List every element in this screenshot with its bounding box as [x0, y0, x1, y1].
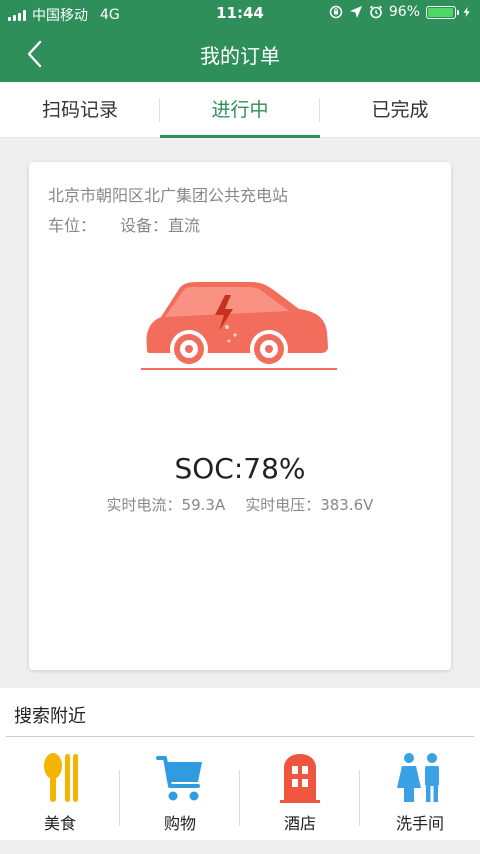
battery-percent: 96%	[388, 4, 420, 20]
tab-label: 进行中	[211, 99, 269, 121]
soc-value: SOC:78%	[174, 452, 306, 485]
parking-slot-label: 车位：	[48, 216, 97, 235]
nearby-grid: 美食 购物 酒店 洗手间	[0, 748, 480, 834]
nav-bar: 我的订单	[0, 26, 480, 82]
nearby-food-button[interactable]: 美食	[0, 748, 120, 834]
charging-car-icon	[139, 277, 339, 377]
tab-label: 扫码记录	[41, 99, 118, 121]
device-info: 车位： 设备：直流	[48, 212, 200, 236]
nearby-item-label: 购物	[163, 814, 196, 833]
realtime-readings: 实时电流：59.3A 实时电压：383.6V	[29, 494, 451, 515]
divider	[6, 736, 474, 737]
rotation-lock-icon	[329, 5, 343, 19]
realtime-current: 实时电流：59.3A	[106, 496, 226, 514]
order-tabs: 扫码记录 进行中 已完成	[0, 82, 480, 138]
nearby-item-label: 酒店	[283, 814, 316, 833]
tab-in-progress[interactable]: 进行中	[160, 82, 320, 138]
order-card[interactable]: 北京市朝阳区北广集团公共充电站 车位： 设备：直流 SOC:78% 实时电流：5…	[29, 162, 451, 670]
tab-completed[interactable]: 已完成	[320, 82, 480, 137]
battery-icon	[426, 5, 459, 19]
tab-label: 已完成	[371, 99, 429, 121]
status-right: 96%	[329, 4, 472, 20]
search-nearby-panel: 搜索附近 美食 购物 酒店 洗手间	[0, 688, 480, 840]
nearby-item-label: 洗手间	[395, 814, 444, 833]
restroom-icon	[397, 753, 439, 802]
device-type-label: 设备：直流	[120, 216, 201, 235]
nearby-item-label: 美食	[43, 814, 76, 833]
status-bar: 中国移动 4G 11:44 96%	[0, 0, 480, 26]
fork-knife-icon	[44, 753, 78, 802]
app-header: 中国移动 4G 11:44 96% 我的订单	[0, 0, 480, 82]
search-nearby-title: 搜索附近	[14, 706, 86, 727]
hotel-door-icon	[280, 754, 320, 803]
alarm-icon	[369, 5, 382, 19]
nearby-shopping-button[interactable]: 购物	[120, 748, 240, 834]
charging-bolt-icon	[463, 7, 470, 17]
realtime-voltage: 实时电压：383.6V	[245, 496, 374, 514]
shopping-cart-icon	[156, 756, 202, 801]
nearby-hotel-button[interactable]: 酒店	[240, 748, 360, 834]
nearby-restroom-button[interactable]: 洗手间	[360, 748, 480, 834]
page-title: 我的订单	[200, 44, 280, 68]
station-name: 北京市朝阳区北广集团公共充电站	[48, 186, 289, 205]
location-arrow-icon	[349, 6, 362, 18]
tab-scan-records[interactable]: 扫码记录	[0, 82, 160, 137]
